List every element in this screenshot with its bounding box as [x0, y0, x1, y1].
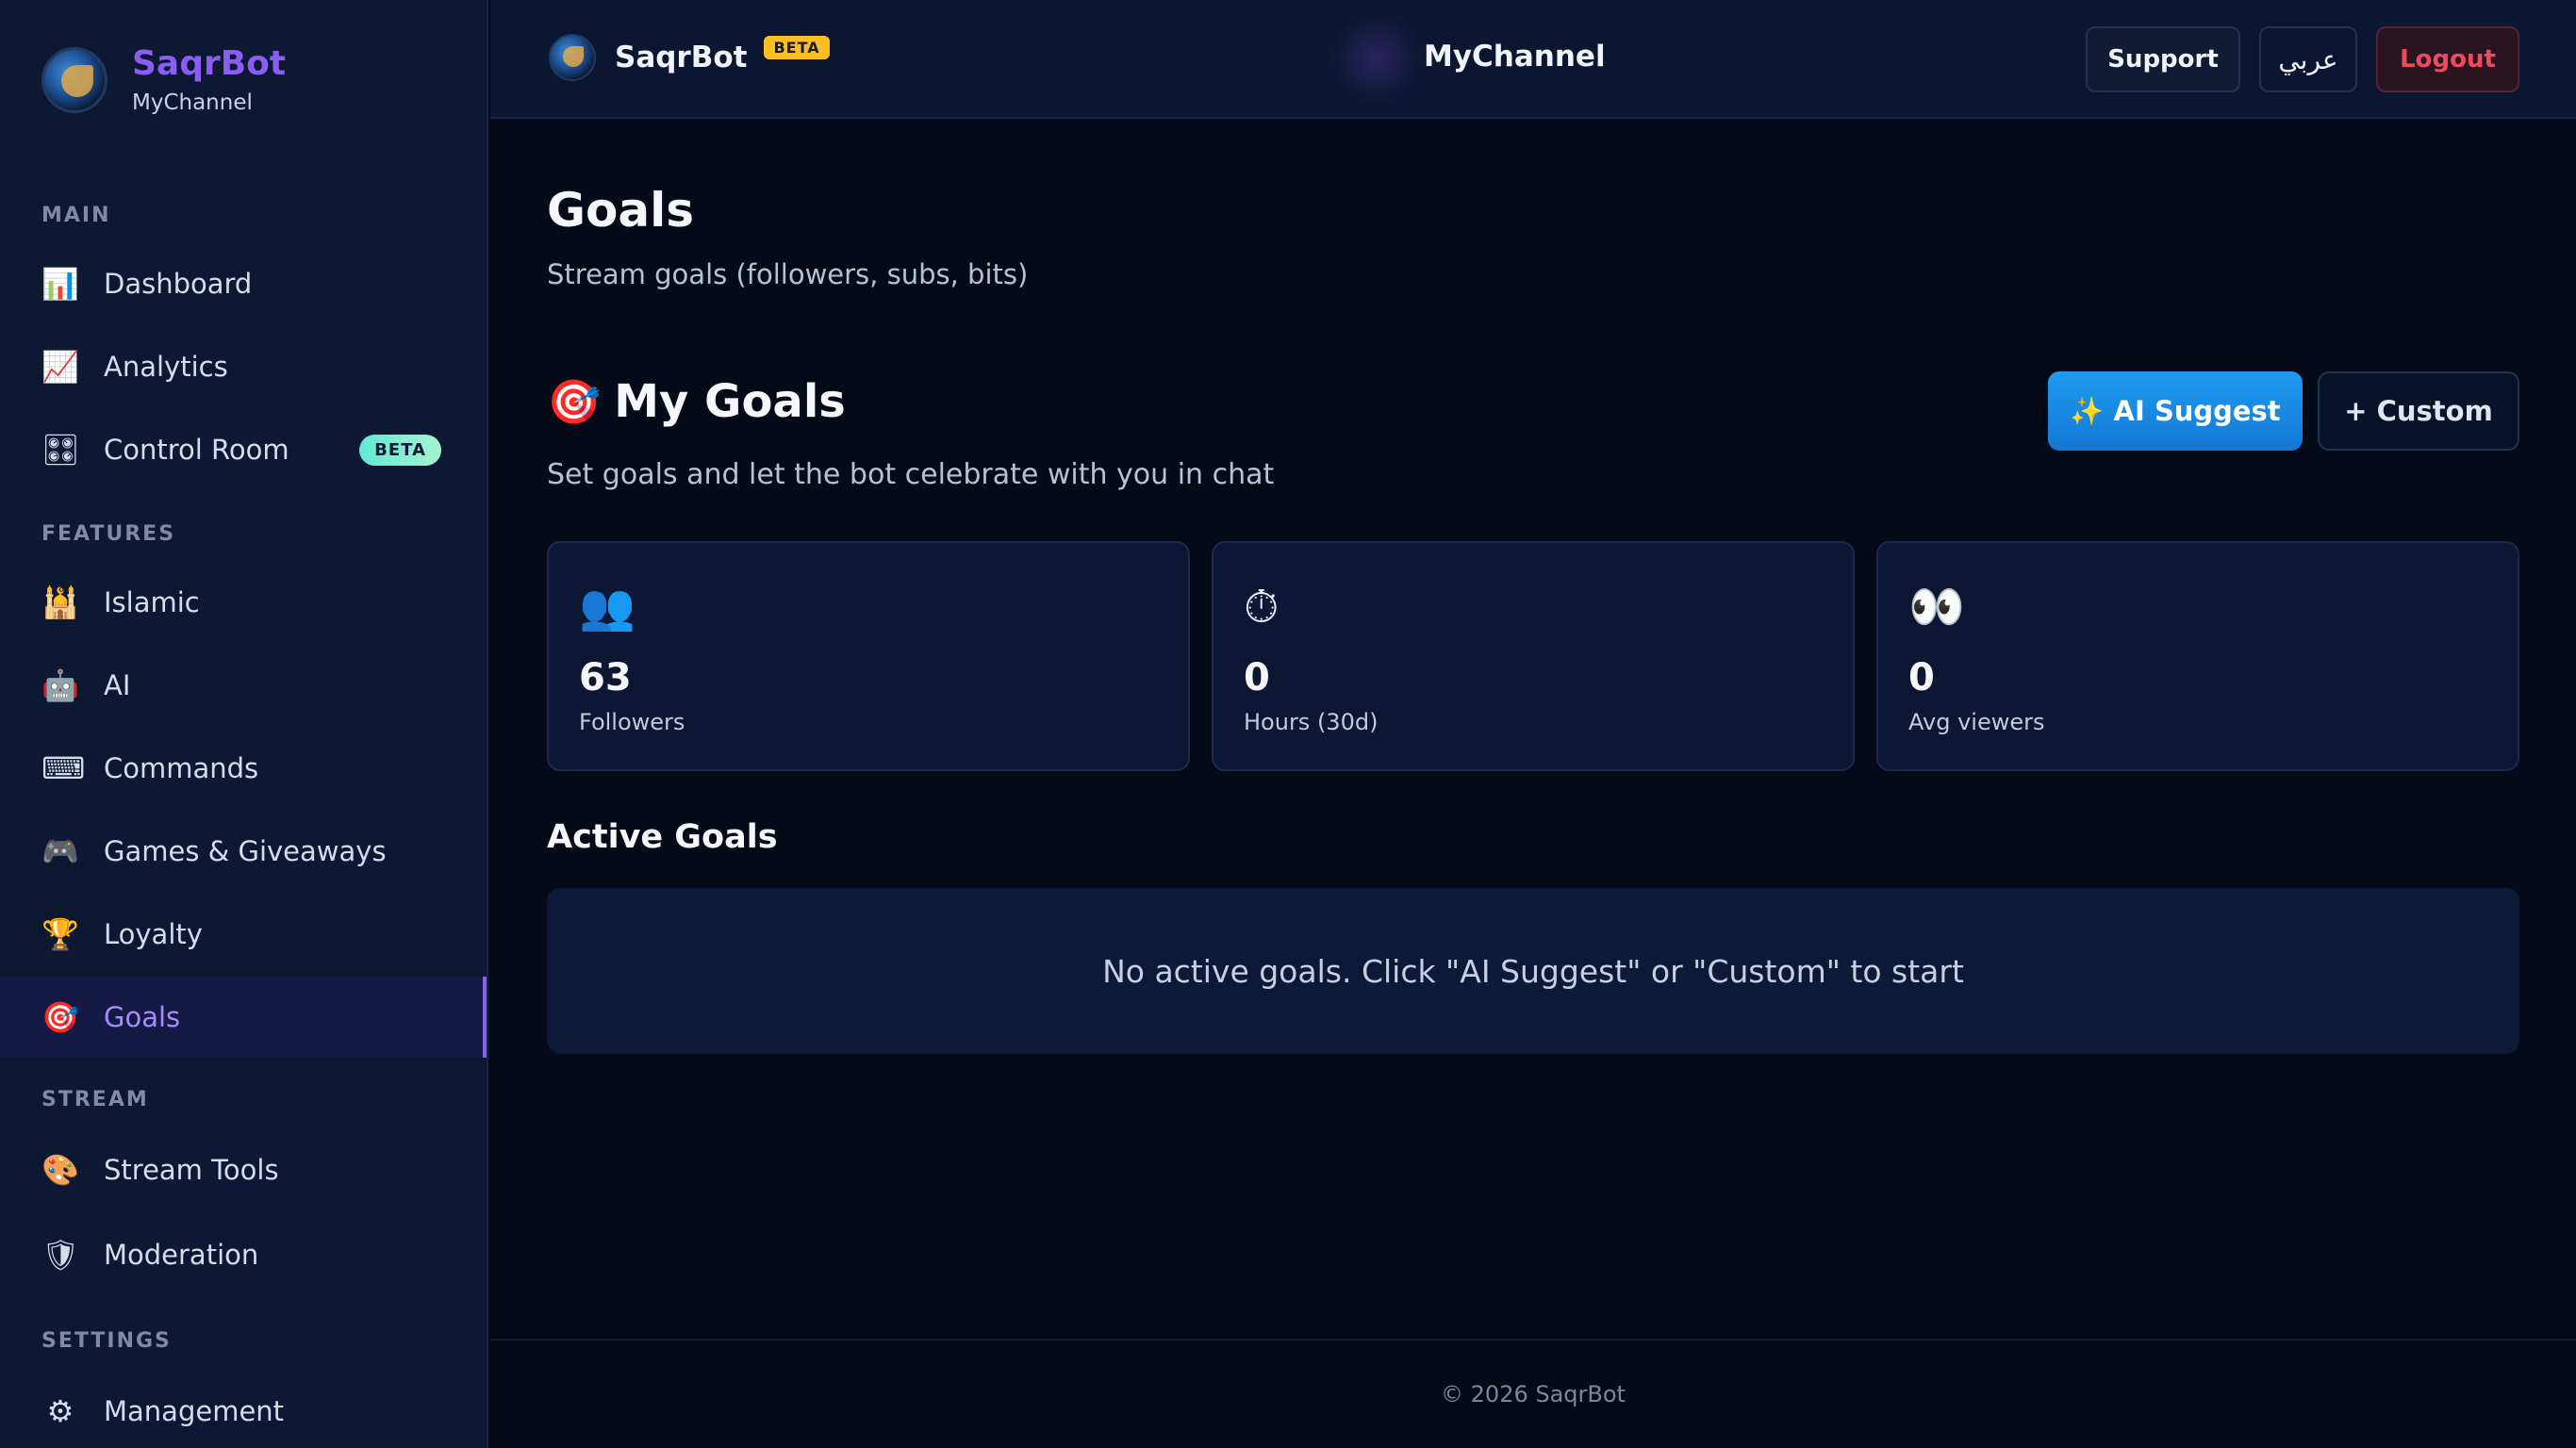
- sidebar-item-goals[interactable]: 🎯 Goals: [0, 977, 487, 1058]
- channel-avatar: [1329, 11, 1424, 106]
- people-icon: 👥: [579, 581, 636, 634]
- falcon-logo-icon: [41, 47, 107, 113]
- keyboard-icon: ⌨: [41, 750, 86, 786]
- sidebar-item-analytics[interactable]: 📈 Analytics: [0, 326, 487, 407]
- stat-card-hours: ⏱ 0 Hours (30d): [1212, 541, 1855, 771]
- active-goals-empty-state: No active goals. Click "AI Suggest" or "…: [547, 888, 2519, 1054]
- gear-icon: ⚙: [46, 1393, 74, 1429]
- empty-state-message: No active goals. Click "AI Suggest" or "…: [1102, 952, 1964, 990]
- stat-label: Avg viewers: [1908, 709, 2045, 735]
- sidebar-item-label: AI: [104, 669, 131, 701]
- sidebar-item-label: Goals: [104, 1001, 181, 1033]
- stat-label: Followers: [579, 709, 685, 735]
- eyes-icon: 👀: [1908, 581, 1965, 634]
- sidebar-item-label: Islamic: [104, 586, 200, 618]
- section-label-settings: SETTINGS: [41, 1329, 172, 1353]
- sidebar-item-label: Games & Giveaways: [104, 835, 387, 867]
- support-button[interactable]: Support: [2086, 26, 2240, 92]
- stat-card-followers: 👥 63 Followers: [547, 541, 1190, 771]
- sidebar-item-games-giveaways[interactable]: 🎮 Games & Giveaways: [0, 811, 487, 892]
- trophy-icon: 🏆: [41, 916, 79, 952]
- language-toggle-button[interactable]: عربي: [2259, 26, 2357, 92]
- sidebar-item-stream-tools[interactable]: 🎨 Stream Tools: [0, 1129, 487, 1210]
- sidebar-item-label: Loyalty: [104, 918, 203, 950]
- active-goals-title: Active Goals: [547, 818, 778, 856]
- trend-chart-icon: 📈: [41, 349, 79, 385]
- sidebar: SaqrBot MyChannel MAIN 📊 Dashboard 📈 Ana…: [0, 0, 488, 1448]
- sidebar-item-islamic[interactable]: 🕌 Islamic: [0, 562, 487, 643]
- topbar-brand[interactable]: SaqrBot BETA: [549, 34, 830, 81]
- sidebar-item-label: Analytics: [104, 351, 228, 383]
- stat-value: 63: [579, 656, 632, 699]
- sidebar-item-ai[interactable]: 🤖 AI: [0, 645, 487, 726]
- section-label-stream: STREAM: [41, 1088, 149, 1111]
- palette-icon: 🎨: [41, 1152, 79, 1188]
- stat-value: 0: [1908, 656, 1935, 699]
- custom-goal-button[interactable]: + Custom: [2318, 371, 2519, 451]
- sidebar-item-label: Stream Tools: [104, 1154, 279, 1186]
- topbar-brand-name: SaqrBot: [615, 41, 748, 74]
- bar-chart-icon: 📊: [41, 266, 79, 302]
- stat-label: Hours (30d): [1244, 709, 1379, 735]
- copyright-text: © 2026 SaqrBot: [1441, 1381, 1626, 1407]
- sidebar-item-moderation[interactable]: 🛡 Moderation: [0, 1214, 487, 1295]
- beta-badge: BETA: [359, 434, 441, 466]
- stat-value: 0: [1244, 656, 1270, 699]
- sidebar-item-loyalty[interactable]: 🏆 Loyalty: [0, 894, 487, 975]
- falcon-logo-icon: [549, 34, 596, 81]
- section-label-main: MAIN: [41, 204, 111, 227]
- target-icon: 🎯: [547, 375, 602, 427]
- stopwatch-icon: ⏱: [1244, 581, 1280, 634]
- sidebar-item-label: Moderation: [104, 1239, 259, 1271]
- page-subtitle: Stream goals (followers, subs, bits): [547, 258, 1029, 290]
- mosque-icon: 🕌: [41, 584, 79, 620]
- app-root: SaqrBot MyChannel MAIN 📊 Dashboard 📈 Ana…: [0, 0, 2576, 1448]
- beta-tag: BETA: [764, 35, 830, 59]
- my-goals-title-text: My Goals: [614, 375, 846, 428]
- footer: © 2026 SaqrBot: [490, 1339, 2576, 1448]
- control-knobs-icon: 🎛: [41, 432, 80, 468]
- sidebar-item-management[interactable]: ⚙ Management: [0, 1371, 487, 1448]
- my-goals-title: 🎯 My Goals: [547, 375, 846, 428]
- section-label-features: FEATURES: [41, 522, 176, 546]
- robot-icon: 🤖: [41, 667, 79, 703]
- gamepad-icon: 🎮: [41, 833, 79, 869]
- sidebar-item-label: Dashboard: [104, 268, 253, 300]
- sidebar-item-commands[interactable]: ⌨ Commands: [0, 728, 487, 809]
- sidebar-item-dashboard[interactable]: 📊 Dashboard: [0, 243, 487, 324]
- page-title: Goals: [547, 183, 695, 238]
- my-goals-subtitle: Set goals and let the bot celebrate with…: [547, 458, 1275, 491]
- topbar-channel-name: MyChannel: [1424, 40, 1606, 74]
- sidebar-item-label: Commands: [104, 752, 259, 784]
- target-icon: 🎯: [41, 999, 79, 1035]
- brand-name: SaqrBot: [132, 44, 287, 84]
- logout-button[interactable]: Logout: [2376, 26, 2519, 92]
- shield-icon: 🛡: [41, 1237, 80, 1273]
- sidebar-brand[interactable]: SaqrBot MyChannel: [41, 41, 286, 119]
- brand-channel: MyChannel: [132, 90, 253, 115]
- sidebar-item-control-room[interactable]: 🎛 Control Room BETA: [0, 409, 487, 490]
- stat-card-avg-viewers: 👀 0 Avg viewers: [1876, 541, 2519, 771]
- ai-suggest-button[interactable]: ✨ AI Suggest: [2048, 371, 2303, 451]
- sidebar-item-label: Management: [104, 1395, 285, 1427]
- topbar: SaqrBot BETA MyChannel Support عربي Logo…: [490, 0, 2576, 119]
- sidebar-item-label: Control Room: [104, 434, 289, 466]
